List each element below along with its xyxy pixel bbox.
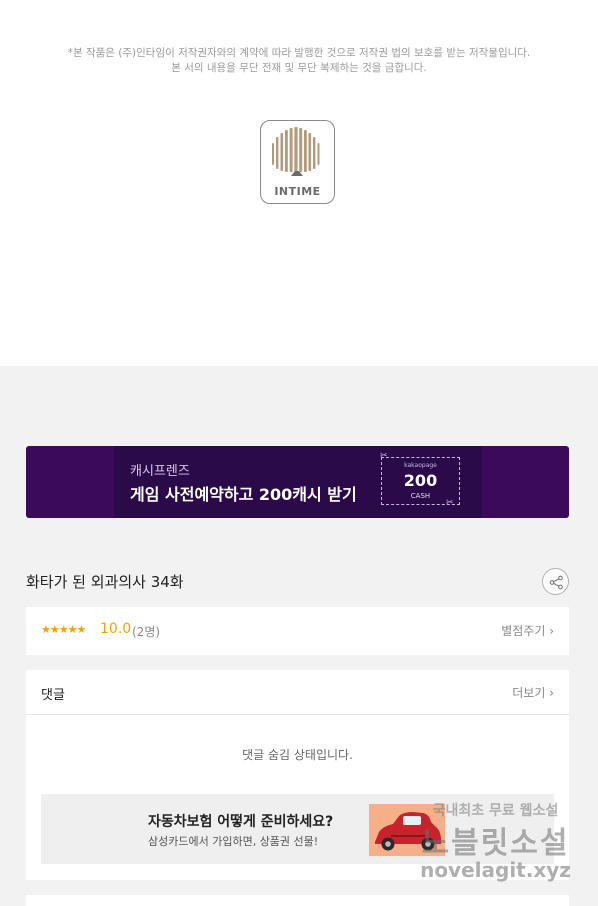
- cash-friends-banner[interactable]: 캐시프렌즈 게임 사전예약하고 200캐시 받기 ✂ kakaopage 200…: [26, 446, 569, 518]
- ad-headline: 자동차보험 어떻게 준비하세요?: [148, 814, 334, 830]
- content-end-area: *본 작품은 (주)인타임이 저작권자와의 계약에 따라 발행한 것으로 저작권…: [0, 0, 598, 366]
- logo-text: INTIME: [274, 185, 321, 198]
- rate-button[interactable]: 별점주기 ›: [501, 622, 554, 639]
- rating-score: 10.0: [100, 621, 132, 637]
- banner-subtitle: 캐시프렌즈: [130, 464, 190, 479]
- ad-thumbnail: [369, 804, 445, 856]
- rating-card: ★★★★★ 10.0 (2명) 별점주기 ›: [26, 607, 569, 655]
- copyright-line-1: *본 작품은 (주)인타임이 저작권자와의 계약에 따라 발행한 것으로 저작권…: [67, 47, 531, 59]
- share-icon: [549, 575, 563, 590]
- red-car-icon: [375, 812, 441, 851]
- rating-count: (2명): [132, 625, 161, 639]
- comment-header: 댓글 더보기 ›: [26, 670, 569, 715]
- coupon-brand: kakaopage: [404, 462, 437, 469]
- comment-title: 댓글: [41, 688, 65, 703]
- cash-coupon: ✂ kakaopage 200 CASH ✂: [380, 451, 460, 508]
- copyright-line-2: 본 서의 내용을 무단 전재 및 무단 복제하는 것을 금합니다.: [171, 62, 427, 74]
- publisher-logo: INTIME: [260, 120, 335, 204]
- comment-card: 댓글 더보기 › 댓글 숨김 상태입니다. 자동차보험 어떻게 준비하세요? 삼…: [26, 670, 569, 880]
- comment-hidden-status: 댓글 숨김 상태입니다.: [242, 748, 353, 762]
- banner-title: 게임 사전예약하고 200캐시 받기: [130, 485, 357, 504]
- coupon-amount: 200: [403, 471, 438, 490]
- share-button[interactable]: [542, 568, 569, 595]
- episode-title: 화타가 된 외과의사 34화: [26, 573, 184, 591]
- insurance-ad[interactable]: 자동차보험 어떻게 준비하세요? 삼성카드에서 가입하면, 상품권 선물!: [41, 794, 554, 864]
- scissor-icon: ✂: [446, 498, 454, 508]
- ad-description: 삼성카드에서 가입하면, 상품권 선물!: [148, 835, 319, 848]
- star-rating: ★★★★★: [41, 623, 86, 636]
- copyright-notice: *본 작품은 (주)인타임이 저작권자와의 계약에 따라 발행한 것으로 저작권…: [0, 46, 598, 76]
- scissor-icon: ✂: [380, 451, 388, 461]
- comments-more-link[interactable]: 더보기 ›: [512, 684, 554, 701]
- next-card: [26, 895, 569, 906]
